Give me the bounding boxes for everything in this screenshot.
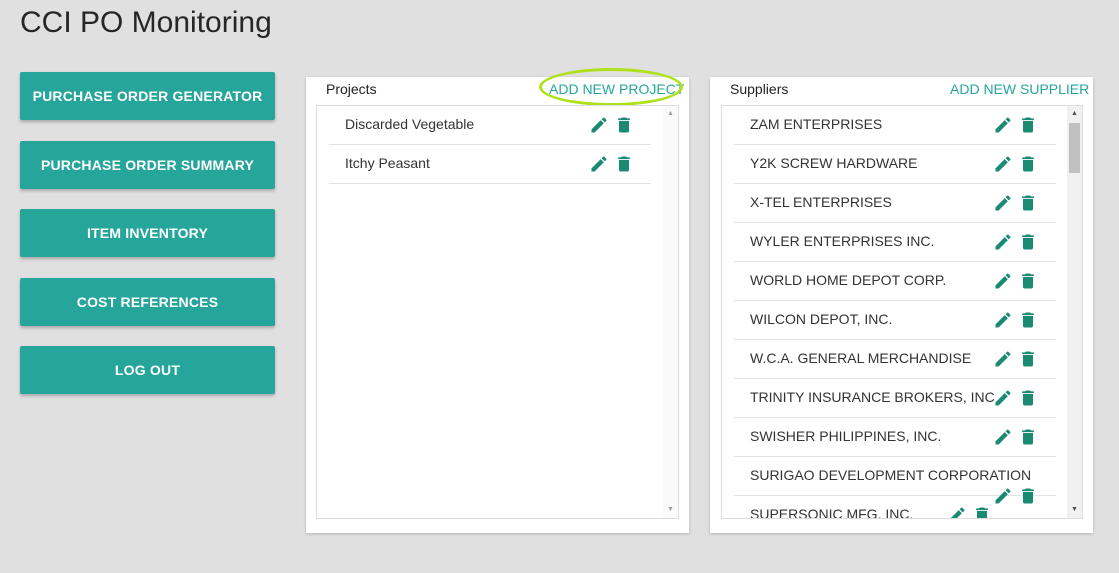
supplier-name: TRINITY INSURANCE BROKERS, INC	[750, 389, 995, 405]
list-item[interactable]: WYLER ENTERPRISES INC.	[734, 223, 1056, 262]
trash-icon[interactable]	[1018, 154, 1038, 174]
list-item[interactable]: SUPERSONIC MFG. INC.	[734, 496, 1056, 519]
add-new-project-link[interactable]: ADD NEW PROJECT	[549, 81, 684, 97]
projects-header: Projects ADD NEW PROJECT	[306, 68, 689, 106]
pencil-icon[interactable]	[589, 154, 609, 174]
supplier-name: X-TEL ENTERPRISES	[750, 194, 892, 210]
list-item[interactable]: Discarded Vegetable	[329, 106, 651, 145]
app-title: CCI PO Monitoring	[20, 6, 272, 39]
pencil-icon[interactable]	[993, 388, 1013, 408]
suppliers-card: Suppliers ADD NEW SUPPLIER ZAM ENTERPRIS…	[710, 77, 1093, 533]
purchase-order-generator-button[interactable]: PURCHASE ORDER GENERATOR	[20, 72, 275, 120]
trash-icon[interactable]	[972, 505, 992, 518]
trash-icon[interactable]	[1018, 310, 1038, 330]
supplier-name: W.C.A. GENERAL MERCHANDISE	[750, 350, 972, 366]
suppliers-scrollbar[interactable]: ▲ ▼	[1067, 106, 1082, 518]
trash-icon[interactable]	[614, 154, 634, 174]
purchase-order-summary-button[interactable]: PURCHASE ORDER SUMMARY	[20, 140, 275, 189]
log-out-button[interactable]: LOG OUT	[20, 346, 275, 394]
pencil-icon[interactable]	[993, 310, 1013, 330]
pencil-icon[interactable]	[993, 154, 1013, 174]
project-name: Itchy Peasant	[345, 155, 430, 171]
list-item[interactable]: TRINITY INSURANCE BROKERS, INC	[734, 379, 1056, 418]
projects-card: Projects ADD NEW PROJECT Discarded Veget…	[306, 68, 689, 533]
pencil-icon[interactable]	[993, 193, 1013, 213]
trash-icon[interactable]	[1018, 232, 1038, 252]
list-item[interactable]: Itchy Peasant	[329, 145, 651, 184]
supplier-name: WORLD HOME DEPOT CORP.	[750, 272, 947, 288]
supplier-name: SURIGAO DEVELOPMENT CORPORATION	[750, 467, 1032, 483]
pencil-icon[interactable]	[947, 505, 967, 518]
trash-icon[interactable]	[1018, 427, 1038, 447]
projects-scrollbar[interactable]: ▲ ▼	[663, 106, 678, 518]
scroll-up-arrow[interactable]: ▲	[663, 107, 678, 121]
trash-icon[interactable]	[1018, 388, 1038, 408]
list-item[interactable]: Y2K SCREW HARDWARE	[734, 145, 1056, 184]
list-item[interactable]: WILCON DEPOT, INC.	[734, 301, 1056, 340]
list-item[interactable]: X-TEL ENTERPRISES	[734, 184, 1056, 223]
projects-list[interactable]: Discarded Vegetable Itchy Peasant ▲ ▼	[316, 105, 679, 519]
list-item[interactable]: W.C.A. GENERAL MERCHANDISE	[734, 340, 1056, 379]
pencil-icon[interactable]	[993, 349, 1013, 369]
pencil-icon[interactable]	[993, 271, 1013, 291]
cost-references-button[interactable]: COST REFERENCES	[20, 277, 275, 326]
supplier-name: ZAM ENTERPRISES	[750, 116, 883, 132]
add-new-supplier-link[interactable]: ADD NEW SUPPLIER	[950, 81, 1089, 97]
supplier-name: Y2K SCREW HARDWARE	[750, 155, 918, 171]
list-item[interactable]: SURIGAO DEVELOPMENT CORPORATION	[734, 457, 1056, 504]
suppliers-header: Suppliers ADD NEW SUPPLIER	[710, 77, 1093, 105]
trash-icon[interactable]	[614, 115, 634, 135]
supplier-name: WILCON DEPOT, INC.	[750, 311, 893, 327]
projects-title: Projects	[326, 81, 377, 97]
pencil-icon[interactable]	[589, 115, 609, 135]
list-item[interactable]: SWISHER PHILIPPINES, INC.	[734, 418, 1056, 457]
list-item[interactable]: WORLD HOME DEPOT CORP.	[734, 262, 1056, 301]
scroll-down-arrow[interactable]: ▼	[663, 503, 678, 517]
supplier-name: SUPERSONIC MFG. INC.	[750, 506, 914, 519]
list-item[interactable]: ZAM ENTERPRISES	[734, 106, 1056, 145]
suppliers-title: Suppliers	[730, 81, 789, 97]
trash-icon[interactable]	[1018, 349, 1038, 369]
main-nav: PURCHASE ORDER GENERATOR PURCHASE ORDER …	[20, 72, 275, 415]
item-inventory-button[interactable]: ITEM INVENTORY	[20, 209, 275, 257]
scroll-thumb[interactable]	[1069, 123, 1080, 173]
supplier-name: WYLER ENTERPRISES INC.	[750, 233, 935, 249]
project-name: Discarded Vegetable	[345, 116, 475, 132]
supplier-name: SWISHER PHILIPPINES, INC.	[750, 428, 942, 444]
trash-icon[interactable]	[1018, 115, 1038, 135]
pencil-icon[interactable]	[993, 427, 1013, 447]
trash-icon[interactable]	[1018, 193, 1038, 213]
suppliers-list[interactable]: ZAM ENTERPRISES Y2K SCREW HARDWARE X-TEL…	[721, 105, 1083, 519]
trash-icon[interactable]	[1018, 271, 1038, 291]
scroll-down-arrow[interactable]: ▼	[1067, 503, 1082, 517]
pencil-icon[interactable]	[993, 115, 1013, 135]
pencil-icon[interactable]	[993, 232, 1013, 252]
scroll-up-arrow[interactable]: ▲	[1067, 107, 1082, 121]
